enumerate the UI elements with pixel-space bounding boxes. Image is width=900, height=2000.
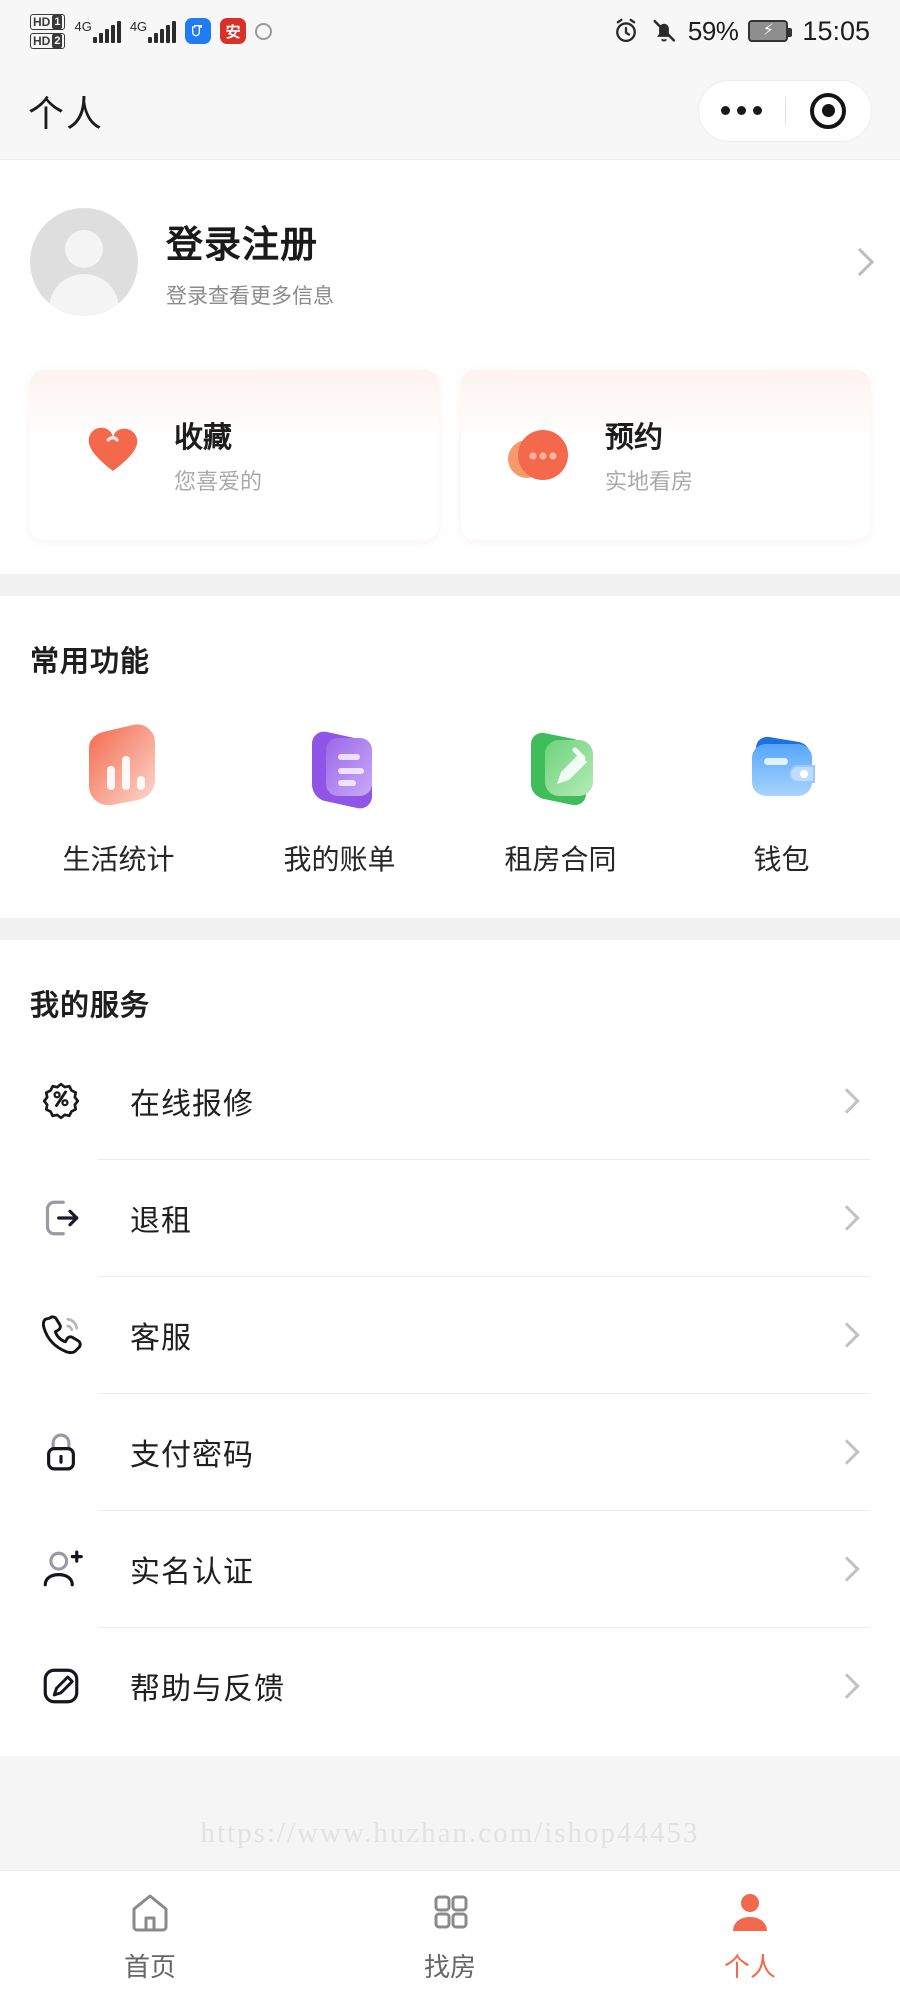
favorites-texts: 收藏 您喜爱的 bbox=[174, 414, 262, 496]
service-label-feedback: 帮助与反馈 bbox=[130, 1672, 285, 1706]
app-red-icon: 安 bbox=[220, 18, 247, 44]
my-services-list: 在线报修 退租 客服 支付密码 实名认证 帮助与反馈 bbox=[0, 1024, 900, 1756]
tab-find-house[interactable]: 找房 bbox=[300, 1887, 600, 1984]
network-label-1: 4G bbox=[74, 19, 92, 34]
user-verify-icon bbox=[30, 1538, 92, 1600]
service-row-repair[interactable]: 在线报修 bbox=[30, 1042, 870, 1159]
chevron-right-icon bbox=[834, 1672, 860, 1699]
alarm-icon bbox=[615, 18, 636, 43]
target-circle-icon[interactable] bbox=[786, 92, 872, 129]
favorites-card[interactable]: 收藏 您喜爱的 bbox=[30, 370, 439, 540]
miniprogram-capsule[interactable] bbox=[698, 79, 872, 142]
appointment-subtitle: 实地看房 bbox=[605, 469, 694, 494]
function-label-wallet: 钱包 bbox=[753, 844, 810, 875]
chevron-right-icon bbox=[834, 1438, 860, 1465]
grid-search-icon bbox=[424, 1887, 476, 1935]
service-row-feedback[interactable]: 帮助与反馈 bbox=[30, 1627, 870, 1744]
chevron-right-icon bbox=[845, 247, 875, 277]
status-bar-clock: 15:05 bbox=[802, 15, 870, 46]
tab-label-home: 首页 bbox=[123, 1952, 176, 1982]
sync-icon bbox=[255, 22, 273, 40]
function-item-bills[interactable]: 我的账单 bbox=[229, 714, 450, 878]
common-functions-title: 常用功能 bbox=[30, 646, 151, 678]
tab-profile[interactable]: 个人 bbox=[600, 1887, 900, 1984]
default-avatar-icon bbox=[30, 208, 138, 316]
profile-section: 登录注册 登录查看更多信息 收藏 您喜爱的 预约 实地看房 bbox=[0, 160, 900, 574]
bar-chart-icon bbox=[67, 714, 171, 818]
service-row-support[interactable]: 客服 bbox=[30, 1276, 870, 1393]
profile-login-row[interactable]: 登录注册 登录查看更多信息 bbox=[0, 160, 900, 370]
service-label-repair: 在线报修 bbox=[130, 1087, 254, 1121]
chevron-right-icon bbox=[834, 1087, 860, 1114]
double-heart-icon bbox=[64, 419, 152, 491]
appointment-card[interactable]: 预约 实地看房 bbox=[461, 370, 870, 540]
battery-percent-label: 59% bbox=[687, 15, 739, 46]
service-label-exit-lease: 退租 bbox=[130, 1204, 192, 1238]
wallet-icon bbox=[730, 714, 834, 818]
exit-lease-icon bbox=[30, 1187, 92, 1249]
function-label-bills: 我的账单 bbox=[283, 844, 396, 875]
status-bar-left: HD 1 HD 2 4G 4G 安 bbox=[30, 13, 612, 49]
chevron-right-icon bbox=[834, 1321, 860, 1348]
service-label-verify: 实名认证 bbox=[130, 1555, 254, 1589]
quick-cards-row: 收藏 您喜爱的 预约 实地看房 bbox=[0, 370, 900, 574]
hd-1-icon: HD 1 bbox=[30, 13, 66, 30]
function-item-statistics[interactable]: 生活统计 bbox=[8, 714, 229, 878]
my-services-section: 我的服务 在线报修 退租 客服 支付密码 实名认证 帮助与反馈 bbox=[0, 940, 900, 1756]
signal-4g-icon-2: 4G bbox=[129, 19, 177, 43]
login-register-title: 登录注册 bbox=[166, 224, 318, 265]
person-icon bbox=[724, 1887, 776, 1935]
my-services-title: 我的服务 bbox=[30, 990, 151, 1022]
chevron-right-icon bbox=[834, 1555, 860, 1582]
favorites-subtitle: 您喜爱的 bbox=[174, 469, 263, 494]
function-item-wallet[interactable]: 钱包 bbox=[671, 714, 892, 878]
app-screen: HD 1 HD 2 4G 4G 安 59% ⚡ 15:05 个人 登录注册 登录… bbox=[0, 0, 900, 2000]
tab-home[interactable]: 首页 bbox=[0, 1887, 300, 1984]
service-row-verify[interactable]: 实名认证 bbox=[30, 1510, 870, 1627]
chevron-right-icon bbox=[834, 1204, 860, 1231]
function-item-contract[interactable]: 租房合同 bbox=[450, 714, 671, 878]
common-functions-section: 常用功能 生活统计 我的账单 租房合同 钱包 bbox=[0, 596, 900, 918]
common-functions-grid: 生活统计 我的账单 租房合同 钱包 bbox=[0, 680, 900, 918]
battery-charging-icon: ⚡ bbox=[748, 20, 793, 42]
bottom-tab-bar: 首页 找房 个人 bbox=[0, 1870, 900, 2000]
function-label-statistics: 生活统计 bbox=[62, 844, 175, 875]
login-register-subtitle: 登录查看更多信息 bbox=[166, 285, 334, 308]
signal-4g-icon: 4G bbox=[74, 19, 121, 43]
lock-icon bbox=[30, 1421, 92, 1483]
hd-2-icon: HD 2 bbox=[30, 32, 66, 49]
page-title: 个人 bbox=[28, 92, 105, 134]
feedback-edit-icon bbox=[30, 1655, 92, 1717]
status-bar-right: 59% ⚡ 15:05 bbox=[612, 16, 870, 47]
repair-badge-icon bbox=[30, 1070, 92, 1132]
tab-label-find-house: 找房 bbox=[423, 1952, 476, 1982]
favorites-title: 收藏 bbox=[174, 422, 233, 454]
appointment-title: 预约 bbox=[605, 422, 664, 454]
bill-document-icon bbox=[288, 714, 392, 818]
contract-folder-icon bbox=[509, 714, 613, 818]
chat-bubble-icon bbox=[495, 419, 583, 491]
app-blue-icon bbox=[185, 18, 212, 44]
phone-support-icon bbox=[30, 1304, 92, 1366]
more-dots-icon[interactable] bbox=[699, 106, 785, 115]
dual-sim-hd-group: HD 1 HD 2 bbox=[30, 13, 66, 49]
service-row-exit-lease[interactable]: 退租 bbox=[30, 1159, 870, 1276]
page-header: 个人 bbox=[0, 62, 900, 160]
watermark-text: https://www.huzhan.com/ishop44453 bbox=[200, 1817, 700, 1849]
section-separator-1 bbox=[0, 574, 900, 596]
status-bar: HD 1 HD 2 4G 4G 安 59% ⚡ 15:05 bbox=[0, 0, 900, 62]
tab-label-profile: 个人 bbox=[723, 1952, 776, 1982]
network-label-2: 4G bbox=[129, 19, 148, 34]
service-row-pay-password[interactable]: 支付密码 bbox=[30, 1393, 870, 1510]
function-label-contract: 租房合同 bbox=[504, 844, 617, 875]
section-separator-2 bbox=[0, 918, 900, 940]
home-icon bbox=[124, 1887, 176, 1935]
service-label-pay-password: 支付密码 bbox=[130, 1438, 254, 1472]
mute-bell-icon bbox=[653, 19, 676, 42]
appointment-texts: 预约 实地看房 bbox=[605, 414, 693, 496]
service-label-support: 客服 bbox=[130, 1321, 192, 1355]
profile-texts: 登录注册 登录查看更多信息 bbox=[166, 214, 850, 310]
